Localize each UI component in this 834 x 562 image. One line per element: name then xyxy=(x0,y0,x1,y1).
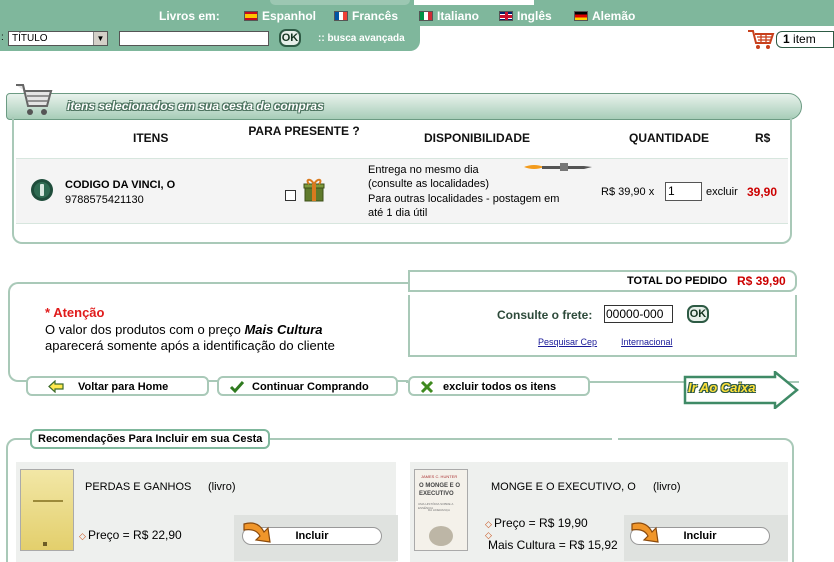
clear-cart-button[interactable]: excluir todos os itens xyxy=(408,376,590,396)
freight-box xyxy=(408,295,797,357)
language-link-italian[interactable]: Italiano xyxy=(437,9,479,23)
availability-line: até 1 dia útil xyxy=(368,207,428,219)
availability-line: Entrega no mesmo dia xyxy=(368,164,479,176)
freight-label: Consulte o frete: xyxy=(497,308,593,322)
cep-input[interactable]: 00000-000 xyxy=(604,305,673,323)
column-header-gift: PARA PRESENTE ? xyxy=(248,124,360,138)
info-icon[interactable] xyxy=(30,178,54,202)
quantity-input[interactable]: 1 xyxy=(665,182,702,201)
order-total-value: R$ 39,90 xyxy=(737,274,786,288)
language-link-french[interactable]: Francês xyxy=(352,9,398,23)
cart-summary[interactable]: 1 item xyxy=(744,26,834,52)
book-cover-text: JAMES C. HUNTER xyxy=(421,474,458,479)
attention-text-before: O valor dos produtos com o preço xyxy=(45,322,241,337)
cart-title-icon xyxy=(16,84,53,115)
recommendation-price: Preço = R$ 22,90 xyxy=(88,528,182,542)
language-link-english[interactable]: Inglês xyxy=(517,9,552,23)
checkout-label: Ir Ao Caixa xyxy=(688,380,756,395)
search-input[interactable] xyxy=(119,31,269,46)
germany-flag-icon[interactable] xyxy=(574,11,588,21)
item-total: 39,90 xyxy=(747,185,778,199)
top-tab[interactable] xyxy=(270,0,410,5)
availability-line: Para outras localidades - postagem em xyxy=(368,193,560,205)
attention-heading: * Atenção xyxy=(45,305,105,320)
cart-item-isbn: 9788575421130 xyxy=(65,194,144,206)
book-cover-image[interactable] xyxy=(20,469,74,551)
book-cover-line xyxy=(33,500,63,502)
advanced-search-link[interactable]: :: busca avançada xyxy=(318,33,405,44)
freight-ok-button[interactable]: OK xyxy=(687,305,709,323)
cart-item-title[interactable]: CODIGO DA VINCI, O xyxy=(65,179,175,191)
column-header-availability: DISPONIBILIDADE xyxy=(424,131,531,145)
recommendation-type: (livro) xyxy=(653,481,681,493)
x-icon xyxy=(420,380,434,394)
unit-price: R$ 39,90 x xyxy=(601,186,655,198)
continue-shopping-label: Continuar Comprando xyxy=(252,381,369,393)
search-ok-button[interactable]: OK xyxy=(279,29,301,47)
recommendation-type: (livro) xyxy=(208,481,236,493)
column-header-quantity: QUANTIDADE xyxy=(629,131,709,145)
language-bar: Livros em: Espanhol Francês Italiano Ing… xyxy=(0,6,834,26)
recommendation-title[interactable]: PERDAS E GANHOS xyxy=(85,481,191,493)
cart-count[interactable]: 1 item xyxy=(776,31,834,48)
divider xyxy=(612,438,618,456)
search-type-value: TÍTULO xyxy=(12,33,48,44)
cart-title: itens selecionados em sua cesta de compr… xyxy=(67,99,324,113)
recommendation-extra-price: Mais Cultura = R$ 15,92 xyxy=(488,538,618,552)
book-cover-image[interactable]: JAMES C. HUNTER O MONGE E O EXECUTIVO UM… xyxy=(414,469,468,551)
search-prefix: : xyxy=(1,32,4,43)
cart-header: itens selecionados em sua cesta de compr… xyxy=(6,93,802,120)
france-flag-icon[interactable] xyxy=(334,11,348,21)
checkout-button[interactable]: Ir Ao Caixa xyxy=(683,371,799,409)
shopping-cart-icon[interactable] xyxy=(747,28,775,50)
book-cover-text: EXECUTIVO xyxy=(419,491,454,497)
recommendations-title: Recomendações Para Incluir em sua Cesta xyxy=(30,429,271,449)
curved-arrow-icon xyxy=(243,522,271,543)
checkmark-icon xyxy=(229,381,245,394)
curved-arrow-icon xyxy=(631,522,659,543)
book-cover-text: DA LIDERANÇA xyxy=(428,508,451,512)
chevron-down-icon[interactable]: ▼ xyxy=(93,32,107,45)
international-link[interactable]: Internacional xyxy=(621,337,673,347)
recommendation-price: Preço = R$ 19,90 xyxy=(494,516,588,530)
cart-count-number: 1 xyxy=(783,32,790,46)
uk-flag-icon[interactable] xyxy=(499,11,513,21)
language-bar-label: Livros em: xyxy=(159,9,220,23)
attention-text: O valor dos produtos com o preço Mais Cu… xyxy=(45,322,322,337)
order-total-label: TOTAL DO PEDIDO xyxy=(627,275,728,287)
spain-flag-icon[interactable] xyxy=(244,11,258,21)
bullet-diamond-icon: ◇ xyxy=(485,519,492,529)
search-type-select[interactable]: TÍTULO ▼ xyxy=(8,31,108,46)
cart-count-label: item xyxy=(793,32,816,46)
search-cep-link[interactable]: Pesquisar Cep xyxy=(538,337,597,347)
gift-box-icon xyxy=(303,178,325,202)
remove-item-link[interactable]: excluir xyxy=(706,186,738,198)
book-cover-illustration xyxy=(429,526,453,546)
book-cover-text: O MONGE E O xyxy=(419,483,461,489)
language-link-spanish[interactable]: Espanhol xyxy=(262,9,316,23)
top-tab[interactable] xyxy=(414,0,534,5)
gift-checkbox[interactable] xyxy=(285,190,296,201)
column-header-items: ITENS xyxy=(133,131,169,145)
recommendation-title[interactable]: MONGE E O EXECUTIVO, O xyxy=(491,481,636,493)
availability-line: (consulte as localidades) xyxy=(368,178,490,190)
book-cover-mark xyxy=(43,542,47,546)
back-home-label: Voltar para Home xyxy=(78,381,169,393)
column-header-currency: R$ xyxy=(755,131,771,145)
italy-flag-icon[interactable] xyxy=(419,11,433,21)
attention-text-line2: aparecerá somente após a identificação d… xyxy=(45,338,335,353)
language-link-german[interactable]: Alemão xyxy=(592,9,635,23)
back-home-button[interactable]: Voltar para Home xyxy=(26,376,209,396)
mais-cultura-brand: Mais Cultura xyxy=(244,322,323,337)
divider xyxy=(16,223,788,224)
clear-cart-label: excluir todos os itens xyxy=(443,381,557,393)
delivery-plane-icon xyxy=(524,163,592,171)
bullet-diamond-icon: ◇ xyxy=(79,531,86,541)
order-total-box: TOTAL DO PEDIDO R$ 39,90 xyxy=(408,270,797,292)
search-bar: : TÍTULO ▼ OK :: busca avançada xyxy=(0,26,420,51)
arrow-left-icon xyxy=(48,380,64,393)
continue-shopping-button[interactable]: Continuar Comprando xyxy=(217,376,398,396)
